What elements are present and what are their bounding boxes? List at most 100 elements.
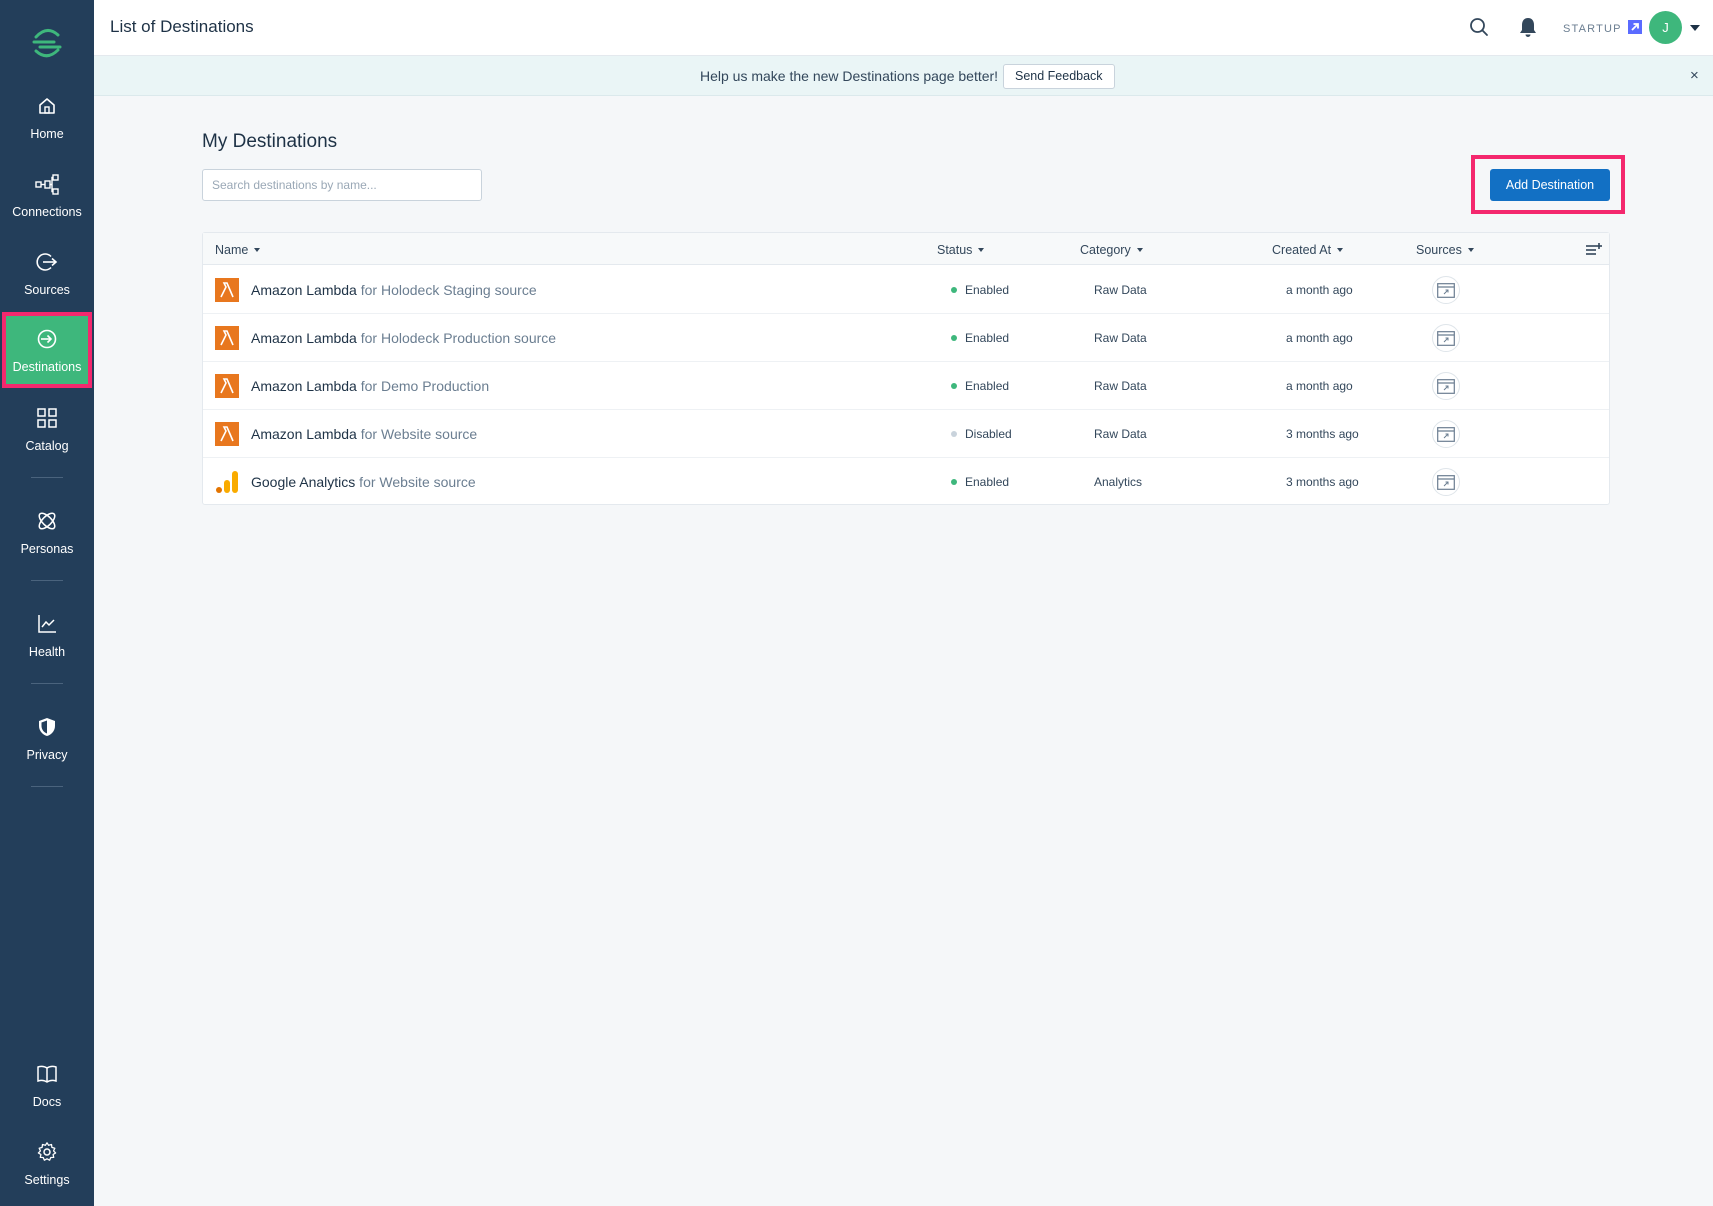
status-dot [951, 431, 957, 437]
sidebar-item-home[interactable]: Home [0, 80, 94, 154]
category-cell: Raw Data [1094, 283, 1147, 297]
source-website-icon[interactable] [1432, 420, 1460, 448]
status-badge: Enabled [951, 475, 1009, 489]
sidebar-divider [31, 683, 63, 684]
sidebar-item-label: Destinations [12, 360, 82, 374]
page-title: List of Destinations [110, 17, 254, 36]
source-website-icon[interactable] [1432, 468, 1460, 496]
sidebar-item-label: Settings [24, 1173, 70, 1187]
column-header-sources[interactable]: Sources [1416, 243, 1474, 257]
section-title: My Destinations [202, 131, 338, 152]
status-dot [951, 287, 957, 293]
status-dot [951, 335, 957, 341]
created-at-cell: a month ago [1286, 379, 1353, 393]
lambda-icon [215, 422, 239, 446]
book-icon [34, 1061, 60, 1087]
category-cell: Raw Data [1094, 331, 1147, 345]
status-badge: Enabled [951, 331, 1009, 345]
destination-name: Amazon Lambda for Demo Production [251, 378, 490, 394]
destination-name: Amazon Lambda for Holodeck Production so… [251, 330, 557, 346]
upgrade-arrow-icon [1627, 20, 1642, 37]
column-header-status[interactable]: Status [937, 243, 985, 257]
lambda-icon [215, 374, 239, 398]
sidebar-item-label: Privacy [26, 748, 68, 762]
caret-down-icon [254, 248, 261, 252]
sidebar-item-catalog[interactable]: Catalog [0, 392, 94, 466]
status-badge: Enabled [951, 283, 1009, 297]
column-settings-icon[interactable] [1586, 243, 1602, 261]
source-website-icon[interactable] [1432, 324, 1460, 352]
feedback-banner: Help us make the new Destinations page b… [94, 56, 1713, 96]
segment-logo-icon[interactable] [0, 20, 94, 64]
sidebar-item-privacy[interactable]: Privacy [0, 701, 94, 775]
destinations-table: Name Status Category Created At Sources … [202, 232, 1610, 505]
add-destination-button[interactable]: Add Destination [1490, 169, 1610, 201]
sidebar-divider [31, 786, 63, 787]
column-header-category[interactable]: Category [1080, 243, 1143, 257]
status-badge: Disabled [951, 427, 1012, 441]
close-icon[interactable]: × [1690, 67, 1699, 84]
sidebar-item-connections[interactable]: Connections [0, 158, 94, 232]
avatar[interactable]: J [1649, 11, 1682, 44]
table-row[interactable]: Google Analytics for Website source Enab… [203, 458, 1609, 506]
plan-badge[interactable]: STARTUP [1563, 20, 1642, 37]
created-at-cell: a month ago [1286, 283, 1353, 297]
status-badge: Enabled [951, 379, 1009, 393]
search-input[interactable] [202, 169, 482, 201]
sidebar-item-label: Docs [32, 1095, 62, 1109]
destination-name: Amazon Lambda for Holodeck Staging sourc… [251, 282, 537, 298]
created-at-cell: a month ago [1286, 331, 1353, 345]
chevron-down-icon[interactable] [1690, 25, 1700, 31]
sidebar-item-label: Health [28, 645, 66, 659]
sidebar-item-label: Sources [24, 283, 70, 297]
sidebar-divider [31, 580, 63, 581]
caret-down-icon [978, 248, 985, 252]
status-dot [951, 383, 957, 389]
gear-icon [34, 1139, 60, 1165]
search-icon[interactable] [1469, 17, 1489, 42]
source-website-icon[interactable] [1432, 276, 1460, 304]
banner-text: Help us make the new Destinations page b… [700, 68, 999, 84]
plan-label: STARTUP [1563, 22, 1622, 35]
destination-name: Amazon Lambda for Website source [251, 426, 478, 442]
home-icon [34, 93, 60, 119]
caret-down-icon [1136, 248, 1143, 252]
table-row[interactable]: Amazon Lambda for Holodeck Staging sourc… [203, 266, 1609, 314]
sidebar-item-health[interactable]: Health [0, 598, 94, 672]
sources-icon [34, 249, 60, 275]
health-icon [34, 611, 60, 637]
column-header-created-at[interactable]: Created At [1272, 243, 1344, 257]
shield-icon [34, 714, 60, 740]
sidebar-item-destinations[interactable]: Destinations [2, 312, 92, 388]
status-dot [951, 479, 957, 485]
lambda-icon [215, 278, 239, 302]
sidebar-item-label: Home [30, 127, 64, 141]
table-header: Name Status Category Created At Sources [203, 233, 1609, 265]
source-website-icon[interactable] [1432, 372, 1460, 400]
sidebar-divider [31, 477, 63, 478]
sidebar-item-docs[interactable]: Docs [0, 1048, 94, 1122]
caret-down-icon [1467, 248, 1474, 252]
sidebar-item-label: Personas [20, 542, 74, 556]
google-analytics-icon [215, 470, 239, 494]
caret-down-icon [1337, 248, 1344, 252]
catalog-icon [34, 405, 60, 431]
created-at-cell: 3 months ago [1286, 475, 1359, 489]
personas-icon [34, 508, 60, 534]
table-row[interactable]: Amazon Lambda for Holodeck Production so… [203, 314, 1609, 362]
sidebar-item-personas[interactable]: Personas [0, 495, 94, 569]
table-row[interactable]: Amazon Lambda for Website source Disable… [203, 410, 1609, 458]
notification-bell-icon[interactable] [1518, 16, 1538, 43]
category-cell: Raw Data [1094, 427, 1147, 441]
table-row[interactable]: Amazon Lambda for Demo Production Enable… [203, 362, 1609, 410]
column-header-name[interactable]: Name [215, 243, 261, 257]
destination-name: Google Analytics for Website source [251, 474, 476, 490]
sidebar-item-sources[interactable]: Sources [0, 236, 94, 310]
sidebar-item-label: Catalog [25, 439, 69, 453]
send-feedback-button[interactable]: Send Feedback [1003, 64, 1115, 89]
top-bar: List of Destinations STARTUP J [94, 0, 1713, 56]
lambda-icon [215, 326, 239, 350]
sidebar-item-settings[interactable]: Settings [0, 1126, 94, 1200]
sidebar-item-label: Connections [12, 205, 82, 219]
destinations-icon [34, 326, 60, 352]
